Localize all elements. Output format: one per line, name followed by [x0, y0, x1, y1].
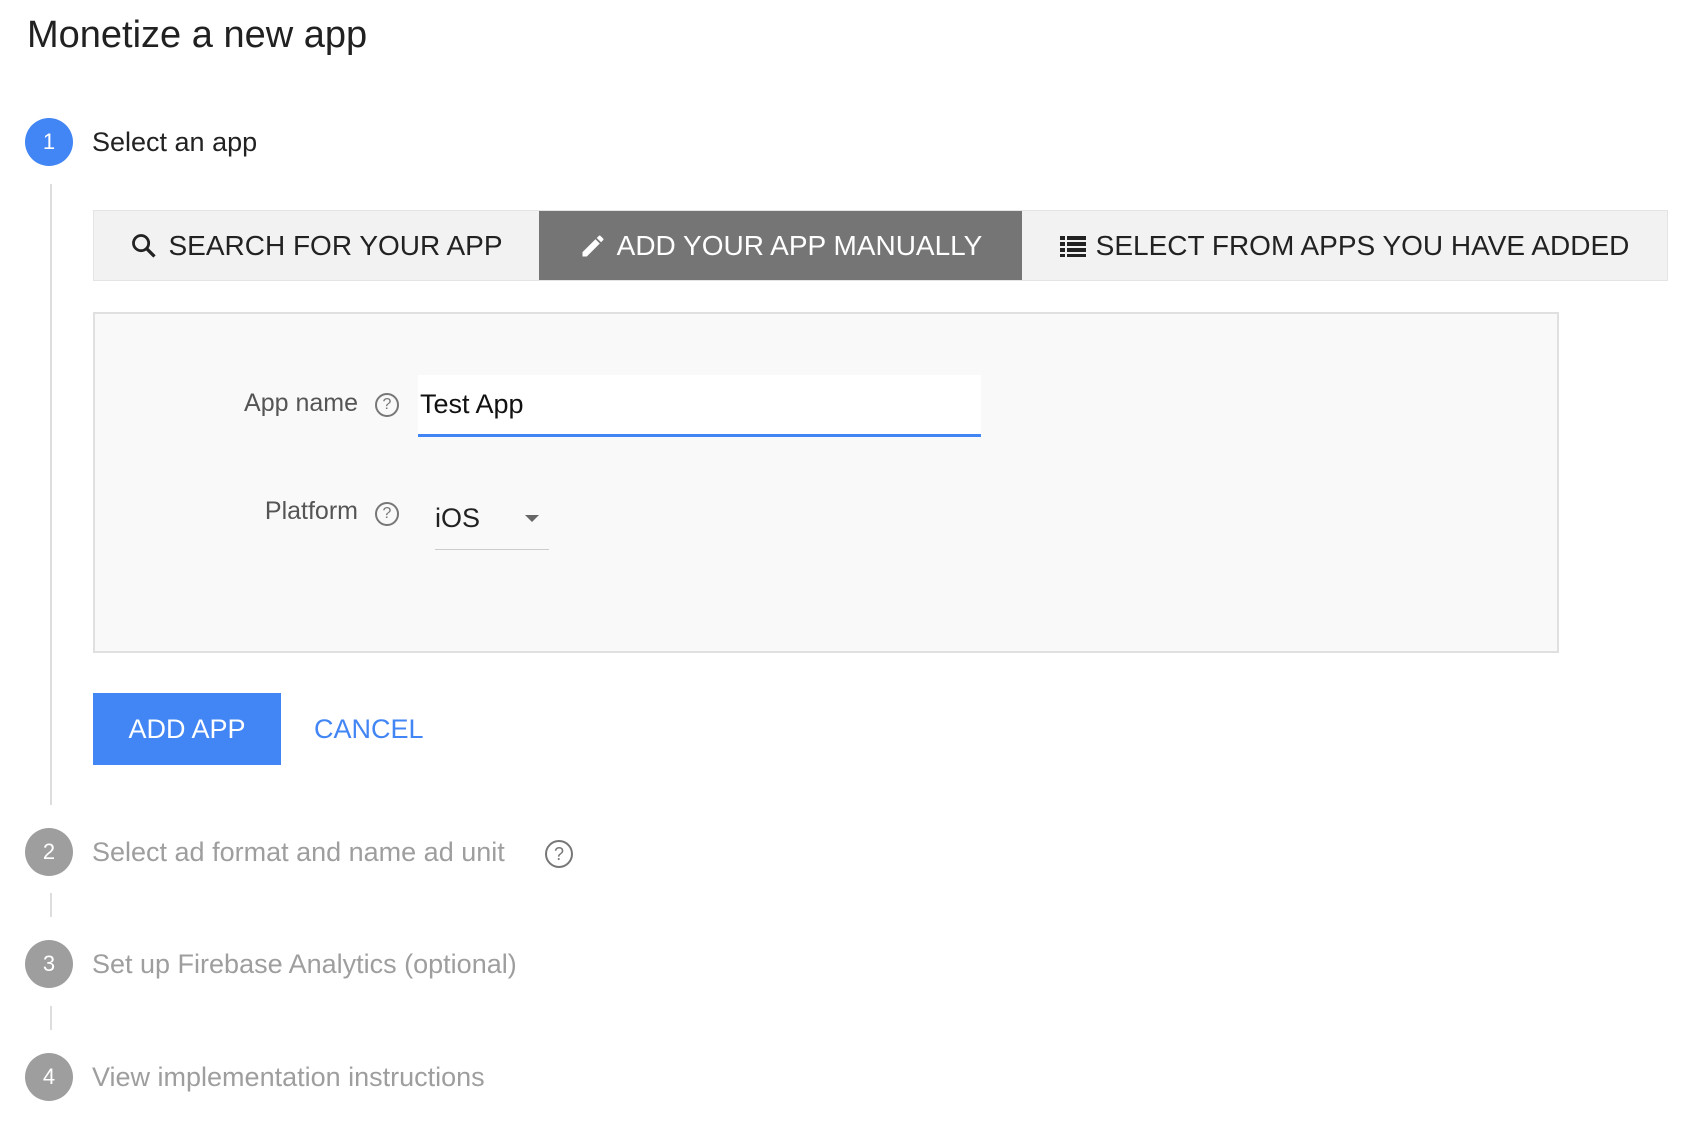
cancel-button[interactable]: CANCEL [314, 693, 424, 765]
step-1-badge: 1 [25, 118, 73, 166]
app-name-input[interactable] [418, 375, 981, 437]
list-icon [1059, 235, 1086, 257]
tab-label: SEARCH FOR YOUR APP [168, 229, 503, 261]
add-app-button[interactable]: ADD APP [93, 693, 281, 765]
app-name-label: App name [244, 389, 358, 417]
step-2-badge: 2 [25, 828, 73, 876]
step-1-label: Select an app [92, 127, 258, 157]
search-icon [132, 233, 157, 258]
step-3-badge: 3 [25, 940, 73, 988]
pencil-icon [582, 235, 604, 256]
help-icon[interactable]: ? [545, 840, 573, 868]
step-connector [50, 184, 52, 805]
tab-label: ADD YOUR APP MANUALLY [616, 229, 983, 261]
platform-label: Platform [264, 497, 358, 525]
tab-label: SELECT FROM APPS YOU HAVE ADDED [1095, 229, 1630, 261]
step-connector [50, 893, 52, 917]
step-4-badge: 4 [25, 1053, 73, 1101]
tab-search-for-app[interactable]: SEARCH FOR YOUR APP [94, 211, 539, 280]
step-2-label: Select ad format and name ad unit [92, 837, 505, 867]
page-title: Monetize a new app [27, 14, 368, 56]
platform-select[interactable]: iOS [435, 488, 549, 550]
step-connector [50, 1006, 52, 1030]
step-3-label: Set up Firebase Analytics (optional) [92, 949, 517, 979]
caret-down-icon [525, 515, 539, 522]
manual-app-form [93, 312, 1559, 653]
tab-add-app-manually[interactable]: ADD YOUR APP MANUALLY [539, 211, 1022, 280]
source-tabs: SEARCH FOR YOUR APP ADD YOUR APP MANUALL… [93, 210, 1668, 281]
tab-select-added-apps[interactable]: SELECT FROM APPS YOU HAVE ADDED [1022, 211, 1667, 280]
platform-value: iOS [435, 503, 481, 533]
step-4-label: View implementation instructions [92, 1062, 485, 1092]
help-icon[interactable]: ? [375, 502, 399, 526]
help-icon[interactable]: ? [375, 393, 399, 417]
